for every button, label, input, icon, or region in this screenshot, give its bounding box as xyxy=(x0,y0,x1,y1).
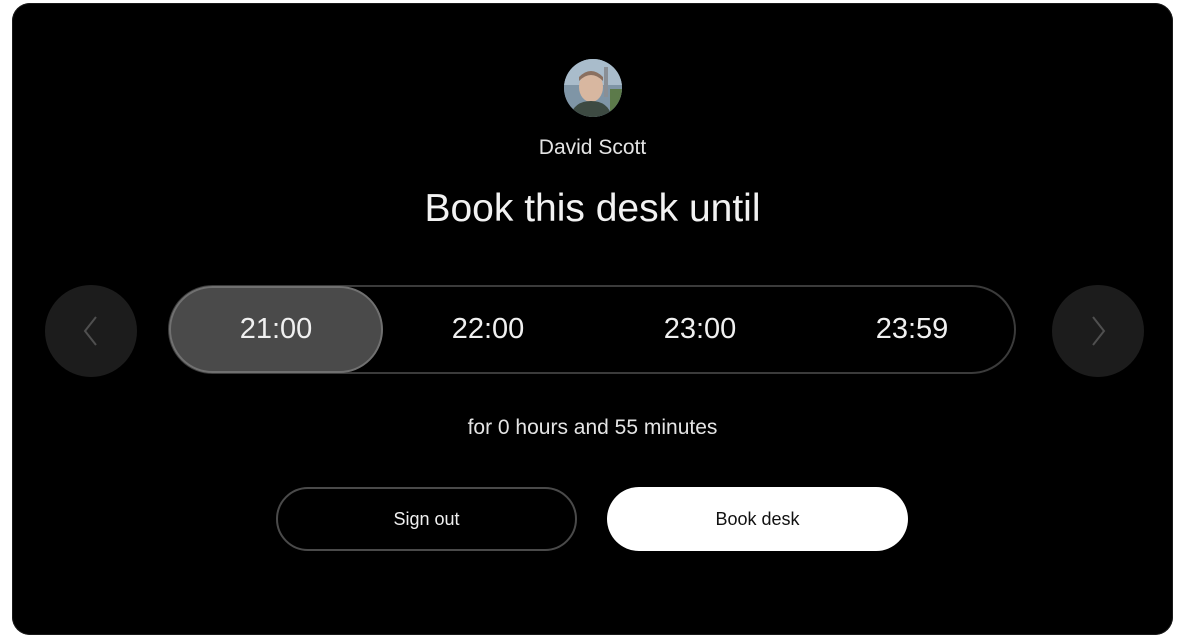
time-option-label: 22:00 xyxy=(451,313,525,345)
time-option-label: 23:00 xyxy=(663,313,737,345)
user-name: David Scott xyxy=(538,136,647,159)
avatar xyxy=(564,59,622,117)
time-option-2100[interactable]: 21:00 xyxy=(169,286,383,373)
sign-out-label: Sign out xyxy=(393,508,460,529)
sign-out-button[interactable]: Sign out xyxy=(276,487,577,551)
time-option-2359[interactable]: 23:59 xyxy=(806,287,1018,372)
chevron-right-icon xyxy=(1092,316,1106,346)
booking-duration-text: for 0 hours and 55 minutes xyxy=(467,416,718,439)
time-option-2300[interactable]: 23:00 xyxy=(594,287,806,372)
previous-times-button[interactable] xyxy=(45,285,137,377)
desk-booking-screen: David Scott Book this desk until 21:00 2… xyxy=(12,3,1173,635)
next-times-button[interactable] xyxy=(1052,285,1144,377)
time-option-label: 21:00 xyxy=(239,313,313,345)
time-option-label: 23:59 xyxy=(875,313,949,345)
page-title: Book this desk until xyxy=(424,187,761,230)
book-desk-label: Book desk xyxy=(715,508,800,529)
time-option-2200[interactable]: 22:00 xyxy=(382,287,594,372)
chevron-left-icon xyxy=(83,316,97,346)
book-desk-button[interactable]: Book desk xyxy=(607,487,908,551)
time-selector: 21:00 22:00 23:00 23:59 xyxy=(168,285,1016,374)
